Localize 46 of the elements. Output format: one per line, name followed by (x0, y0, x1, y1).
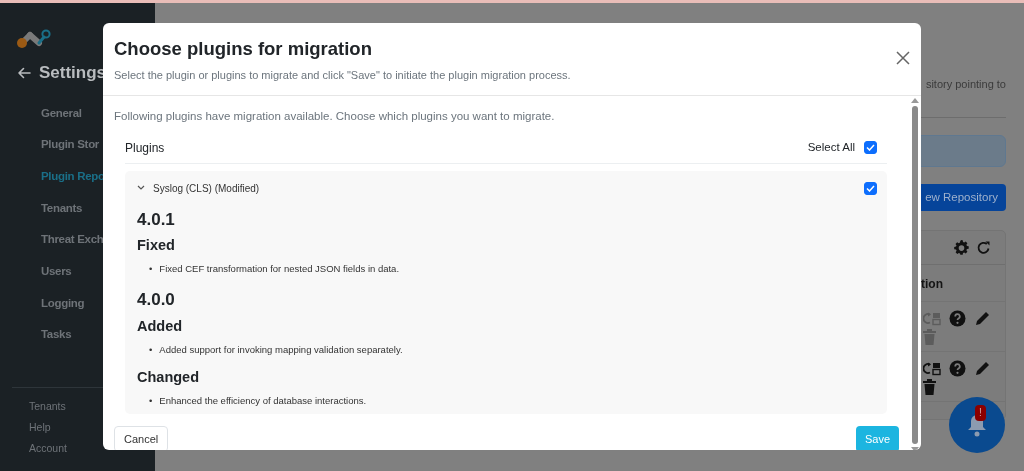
modal-title: Choose plugins for migration (114, 38, 372, 61)
scroll-up-icon[interactable] (910, 97, 919, 103)
section-heading: Changed (137, 367, 201, 387)
sidebar-title: Settings (39, 62, 107, 84)
sidebar-item[interactable]: Users (41, 256, 72, 288)
sidebar-item[interactable]: General (41, 97, 82, 130)
cancel-button[interactable]: Cancel (114, 425, 169, 450)
sidebar-item[interactable]: Threat Exch (41, 224, 104, 256)
checkbox[interactable] (864, 141, 877, 155)
column-label: Plugins (125, 139, 165, 157)
help-icon[interactable] (949, 359, 966, 377)
changelog-item: Added support for invoking mapping validation separately. (159, 342, 403, 357)
select-all-label: Select All (807, 140, 855, 156)
sidebar-item[interactable]: Plugin Repo (41, 160, 105, 193)
list-bullet: • (149, 393, 153, 408)
trash-icon[interactable] (923, 378, 936, 395)
sidebar-item[interactable]: Tasks (41, 319, 72, 352)
plugin-name: Syslog (CLS) (Modified) (153, 181, 260, 196)
chevron-icon[interactable] (137, 185, 145, 192)
sidebar-item[interactable]: Tenants (41, 192, 83, 225)
pencil-icon[interactable] (974, 359, 991, 377)
check-icon (866, 184, 875, 192)
settings-icon[interactable] (953, 238, 970, 256)
pencil-icon[interactable] (974, 309, 991, 327)
section-heading: Added (137, 316, 184, 336)
changelog-item: Enhanced the efficiency of database interactions. (159, 393, 367, 408)
sidebar-item[interactable]: Plugin Stor (41, 129, 100, 161)
notification-badge: ! (975, 405, 986, 421)
description-text: sitory pointing to (925, 77, 1006, 92)
sidebar-item[interactable]: Logging (41, 287, 85, 320)
list-bullet: • (149, 262, 153, 277)
version-heading: 4.0.1 (137, 208, 176, 231)
version-heading: 4.0.0 (137, 289, 176, 312)
section-heading: Fixed (137, 236, 176, 256)
list-bullet: • (149, 342, 153, 357)
modal-subtitle: Select the plugin or plugins to migrate and click "Save" to initiate the plugin migration process. (114, 68, 572, 84)
scrollbar[interactable] (910, 97, 919, 450)
check-icon (866, 144, 875, 152)
back-arrow-icon[interactable] (17, 66, 31, 79)
close-icon[interactable] (896, 51, 910, 65)
save-button[interactable]: Save (855, 425, 899, 450)
changelog-item: Fixed CEF transformation for nested JSON fields in data. (159, 262, 400, 277)
intro-text: Following plugins have migration available. Choose which plugins you want to migrate. (114, 108, 556, 124)
checkbox[interactable] (864, 181, 877, 195)
logo-icon (16, 29, 52, 49)
help-icon[interactable] (949, 309, 966, 327)
